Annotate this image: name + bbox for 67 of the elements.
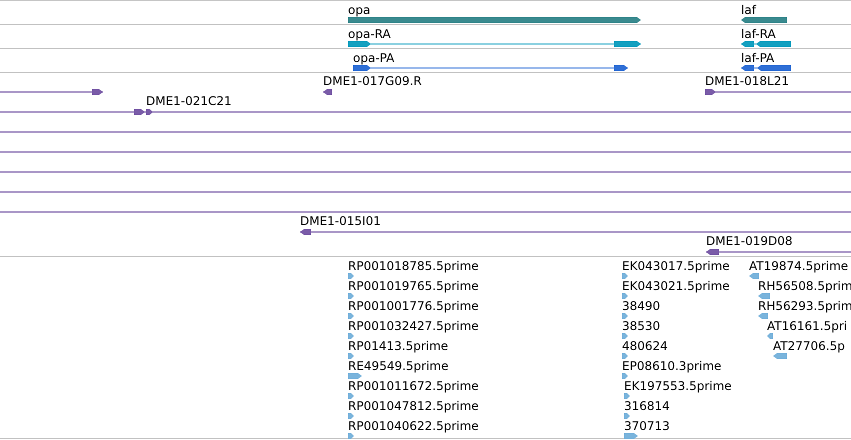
feature-label: EK043021.5prime [622,279,730,293]
est-arrow-icon[interactable] [622,333,628,339]
feature-label: AT16161.5pri [767,319,848,333]
feature-label: RE49549.5prime [348,359,448,373]
transcript-drawing[interactable] [741,64,791,72]
feature-label: AT27706.5p [773,339,845,353]
clone-drawing[interactable] [0,88,103,96]
est-arrow-icon[interactable] [348,433,354,439]
feature-label: DME1-017G09.R [323,74,422,88]
feature-label: laf [741,3,756,17]
feature-label: RP001032427.5prime [348,319,479,333]
feature-label: opa-RA [348,27,391,41]
feature-label: DME1-019D08 [706,234,793,248]
est-arrow-icon[interactable] [622,293,628,299]
feature-label: RP001040622.5prime [348,419,479,433]
clone-drawing[interactable] [706,248,851,256]
feature-label: 316814 [624,399,670,413]
feature-label: EK043017.5prime [622,259,730,273]
clone-drawing[interactable] [705,88,851,96]
est-arrow-icon[interactable] [622,273,628,279]
clone-drawing[interactable] [323,88,332,96]
est-arrow-icon[interactable] [348,353,354,359]
feature-label: laf-PA [741,51,774,65]
est-arrow-icon[interactable] [773,353,787,359]
est-arrow-icon[interactable] [624,413,630,419]
feature-label: 370713 [624,419,670,433]
clone-drawing[interactable] [0,108,851,116]
est-arrow-icon[interactable] [749,273,759,279]
feature-label: 38530 [622,319,660,333]
feature-label: RP001047812.5prime [348,399,479,413]
est-arrow-icon[interactable] [758,293,770,299]
feature-label: RP001018785.5prime [348,259,479,273]
transcript-drawing[interactable] [348,16,641,24]
feature-label: DME1-018L21 [705,74,789,88]
est-arrow-icon[interactable] [348,393,354,399]
est-arrow-icon[interactable] [624,393,630,399]
est-arrow-icon[interactable] [624,433,638,439]
est-arrow-icon[interactable] [622,313,628,319]
feature-label: 480624 [622,339,668,353]
est-arrow-icon[interactable] [348,293,354,299]
feature-label: EK197553.5prime [624,379,732,393]
feature-label: laf-RA [741,27,776,41]
est-arrow-icon[interactable] [758,313,768,319]
feature-label: AT19874.5prime [749,259,848,273]
feature-label: RP01413.5prime [348,339,448,353]
feature-label: RP001001776.5prime [348,299,479,313]
feature-label: DME1-021C21 [146,94,232,108]
transcript-drawing[interactable] [353,64,628,72]
feature-label: 38490 [622,299,660,313]
est-arrow-icon[interactable] [622,373,628,379]
est-arrow-icon[interactable] [348,413,354,419]
clone-drawing[interactable] [300,228,851,236]
est-arrow-icon[interactable] [767,333,773,339]
feature-label: EP08610.3prime [622,359,722,373]
est-arrow-icon[interactable] [348,313,354,319]
transcript-drawing[interactable] [348,40,641,48]
est-arrow-icon[interactable] [348,333,354,339]
feature-label: DME1-015I01 [300,214,381,228]
transcript-drawing[interactable] [741,40,791,48]
feature-label: opa [348,3,370,17]
est-arrow-icon[interactable] [622,353,628,359]
est-arrow-icon[interactable] [348,273,354,279]
feature-label: RP001019765.5prime [348,279,479,293]
transcript-drawing[interactable] [741,16,787,24]
feature-label: RP001011672.5prime [348,379,479,393]
est-arrow-icon[interactable] [348,373,362,379]
feature-label: opa-PA [353,51,394,65]
